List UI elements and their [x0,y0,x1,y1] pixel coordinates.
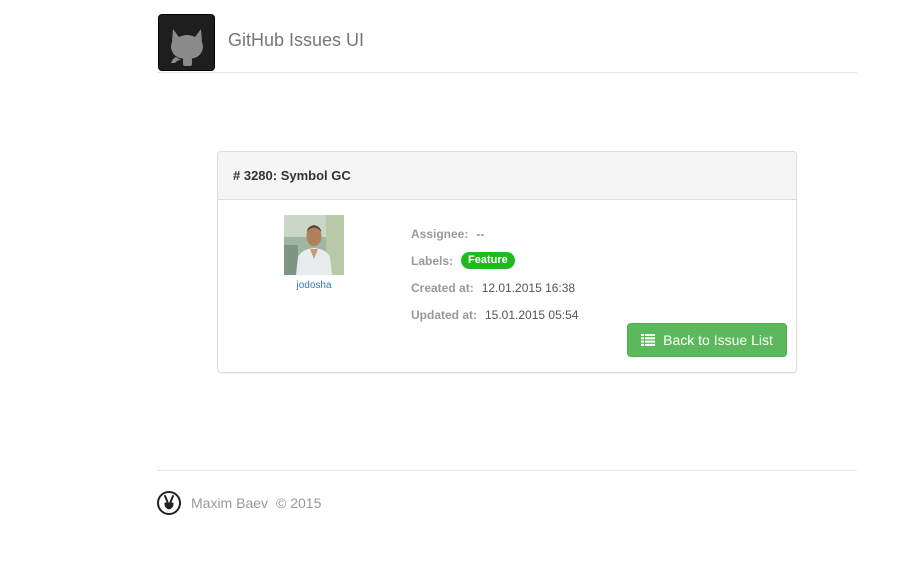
assignee-row: Assignee: -- [411,220,578,247]
user-avatar-photo[interactable] [284,215,344,275]
footer-author: Maxim Baev [191,495,269,511]
footer: Maxim Baev © 2015 [157,470,857,515]
labels-row: Labels: Feature [411,247,578,274]
footer-copyright: © 2015 [276,495,322,511]
list-icon [641,334,656,346]
created-label: Created at: [411,280,474,295]
labels-label: Labels: [411,253,454,268]
user-login-link[interactable]: jodosha [284,280,344,291]
footer-content: Maxim Baev © 2015 [157,491,321,515]
updated-value: 15.01.2015 05:54 [485,307,579,322]
created-value: 12.01.2015 16:38 [481,280,576,295]
updated-label: Updated at: [411,307,477,322]
header: GitHub Issues UI [157,12,857,73]
issue-details: Assignee: -- Labels: Feature Created at:… [411,220,578,328]
back-button-label: Back to Issue List [663,332,773,348]
issue-heading: # 3280: Symbol GC [218,152,796,200]
issue-panel: # 3280: Symbol GC jodosha Assignee: -- L… [217,151,797,373]
created-row: Created at: 12.01.2015 16:38 [411,274,578,301]
peace-hand-icon [157,491,181,515]
page: GitHub Issues UI # 3280: Symbol GC jodos… [0,0,920,588]
user-block: jodosha [284,215,344,291]
app-title: GitHub Issues UI [228,30,365,50]
back-to-issue-list-button[interactable]: Back to Issue List [627,323,787,357]
updated-row: Updated at: 15.01.2015 05:54 [411,301,578,328]
assignee-label: Assignee: [411,226,469,241]
assignee-value: -- [476,226,485,241]
label-badge-feature: Feature [461,252,515,269]
github-octocat-icon[interactable] [158,14,215,71]
